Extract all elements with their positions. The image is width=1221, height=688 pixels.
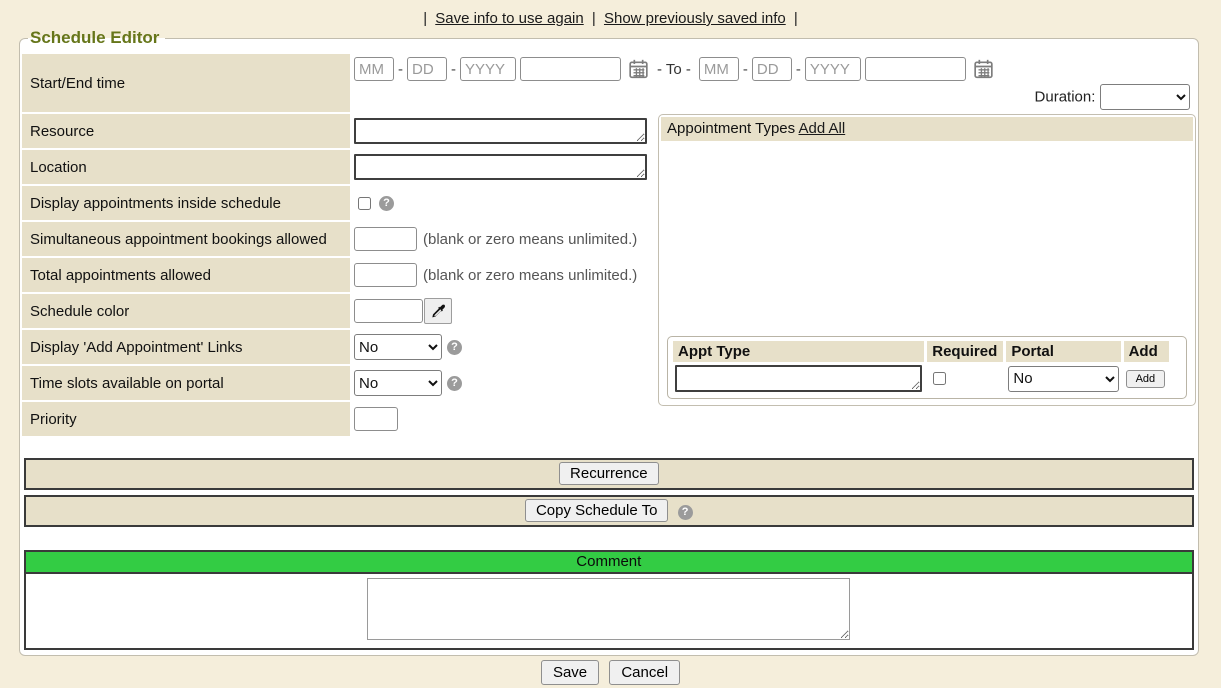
footer-actions: Save Cancel: [0, 660, 1221, 685]
portal-slots-label: Time slots available on portal: [22, 366, 350, 400]
link-separator: |: [794, 10, 798, 27]
start-year-input[interactable]: [460, 57, 516, 81]
row-simultaneous: Simultaneous appointment bookings allowe…: [22, 222, 656, 256]
end-time-input[interactable]: [865, 57, 966, 81]
copy-schedule-bar: Copy Schedule To ?: [24, 495, 1194, 527]
date-dash: -: [451, 61, 456, 78]
date-line: - - - To - - -: [354, 56, 1194, 81]
start-end-content: - - - To - - - Duration:: [350, 54, 1196, 112]
top-links-bar: | Save info to use again | Show previous…: [0, 0, 1221, 28]
location-input[interactable]: [354, 154, 647, 180]
save-button[interactable]: Save: [541, 660, 599, 685]
resource-label: Resource: [22, 114, 350, 148]
end-year-input[interactable]: [805, 57, 861, 81]
appointment-types-title: Appointment Types: [667, 120, 795, 137]
eyedropper-icon: [430, 303, 446, 319]
start-end-label: Start/End time: [22, 54, 350, 112]
appointment-types-header: Appointment Types Add All: [661, 117, 1193, 141]
row-resource: Resource: [22, 114, 656, 148]
main-columns: Resource Location Display appointments i…: [22, 114, 1196, 438]
date-dash: -: [743, 61, 748, 78]
save-info-link[interactable]: Save info to use again: [435, 10, 583, 27]
schedule-editor-fieldset: Schedule Editor Start/End time - - - To …: [19, 28, 1199, 656]
schedule-color-label: Schedule color: [22, 294, 350, 328]
row-add-appt-links: Display 'Add Appointment' Links No ?: [22, 330, 656, 364]
end-day-input[interactable]: [752, 57, 792, 81]
appt-type-add-box: Appt Type Required Portal Add No: [667, 336, 1187, 399]
help-icon[interactable]: ?: [447, 340, 462, 355]
appointment-types-list: [661, 141, 1193, 334]
total-appointments-label: Total appointments allowed: [22, 258, 350, 292]
show-previously-saved-link[interactable]: Show previously saved info: [604, 10, 786, 27]
to-separator-text: - To -: [657, 61, 691, 78]
comment-textarea[interactable]: [367, 578, 850, 640]
row-portal-slots: Time slots available on portal No ?: [22, 366, 656, 400]
end-month-input[interactable]: [699, 57, 739, 81]
comment-header: Comment: [26, 552, 1192, 574]
start-time-input[interactable]: [520, 57, 621, 81]
left-form-column: Resource Location Display appointments i…: [22, 114, 656, 438]
date-dash: -: [398, 61, 403, 78]
copy-schedule-button[interactable]: Copy Schedule To: [525, 499, 668, 522]
add-appt-links-label: Display 'Add Appointment' Links: [22, 330, 350, 364]
required-column-header: Required: [927, 341, 1003, 362]
resource-input[interactable]: [354, 118, 647, 144]
simultaneous-label: Simultaneous appointment bookings allowe…: [22, 222, 350, 256]
add-column-header: Add: [1124, 341, 1170, 362]
comment-section: Comment: [24, 550, 1194, 650]
simultaneous-hint: (blank or zero means unlimited.): [423, 231, 637, 248]
recurrence-button[interactable]: Recurrence: [559, 462, 659, 485]
location-label: Location: [22, 150, 350, 184]
add-appt-links-select[interactable]: No: [354, 334, 442, 360]
start-calendar-icon[interactable]: [628, 59, 649, 79]
duration-line: Duration:: [354, 81, 1194, 112]
end-calendar-icon[interactable]: [973, 59, 994, 79]
help-icon[interactable]: ?: [678, 505, 693, 520]
display-inside-label: Display appointments inside schedule: [22, 186, 350, 220]
link-separator: |: [592, 10, 596, 27]
help-icon[interactable]: ?: [447, 376, 462, 391]
schedule-color-input[interactable]: [354, 299, 423, 323]
portal-select[interactable]: No: [1008, 366, 1118, 392]
color-picker-button[interactable]: [424, 298, 452, 324]
priority-label: Priority: [22, 402, 350, 436]
help-icon[interactable]: ?: [379, 196, 394, 211]
page-title: Schedule Editor: [28, 28, 165, 48]
cancel-button[interactable]: Cancel: [609, 660, 680, 685]
appointment-types-panel: Appointment Types Add All Appt Type Requ…: [658, 114, 1196, 406]
total-appointments-input[interactable]: [354, 263, 417, 287]
add-appt-type-button[interactable]: Add: [1126, 370, 1166, 388]
start-month-input[interactable]: [354, 57, 394, 81]
date-dash: -: [796, 61, 801, 78]
link-separator: |: [423, 10, 427, 27]
duration-label: Duration:: [1035, 89, 1096, 106]
duration-select[interactable]: [1100, 84, 1190, 110]
recurrence-bar: Recurrence: [24, 458, 1194, 490]
row-priority: Priority: [22, 402, 656, 436]
start-day-input[interactable]: [407, 57, 447, 81]
simultaneous-input[interactable]: [354, 227, 417, 251]
appt-type-column-header: Appt Type: [673, 341, 924, 362]
total-appointments-hint: (blank or zero means unlimited.): [423, 267, 637, 284]
priority-input[interactable]: [354, 407, 398, 431]
row-start-end-time: Start/End time - - - To - - -: [22, 54, 1196, 112]
row-schedule-color: Schedule color: [22, 294, 656, 328]
add-all-link[interactable]: Add All: [798, 120, 845, 137]
row-display-inside: Display appointments inside schedule ?: [22, 186, 656, 220]
row-location: Location: [22, 150, 656, 184]
display-inside-checkbox[interactable]: [358, 197, 371, 210]
row-total-appointments: Total appointments allowed (blank or zer…: [22, 258, 656, 292]
comment-body: [26, 574, 1192, 648]
required-checkbox[interactable]: [933, 372, 946, 385]
portal-slots-select[interactable]: No: [354, 370, 442, 396]
appt-type-input[interactable]: [675, 365, 922, 392]
portal-column-header: Portal: [1006, 341, 1120, 362]
